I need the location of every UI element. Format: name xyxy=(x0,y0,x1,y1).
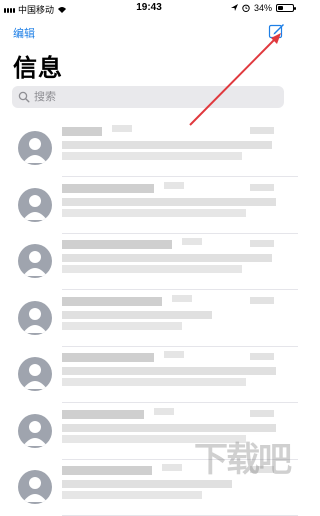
pixelated-text xyxy=(62,480,232,488)
pixelated-text xyxy=(62,296,162,306)
pixelated-text xyxy=(62,321,182,330)
pixelated-text xyxy=(62,265,242,273)
conversation-item[interactable] xyxy=(0,178,298,234)
edit-button[interactable]: 编辑 xyxy=(13,25,35,41)
conversation-item[interactable] xyxy=(0,121,298,177)
battery-icon xyxy=(276,4,296,12)
compose-icon[interactable] xyxy=(268,22,285,39)
battery-percent: 34% xyxy=(253,3,272,13)
pixelated-text xyxy=(62,141,272,149)
conversation-item[interactable] xyxy=(0,347,298,403)
pixelated-text xyxy=(62,254,272,262)
pixelated-text xyxy=(62,310,212,319)
nav-bar: 编辑 信息 xyxy=(0,16,298,86)
conversation-item[interactable] xyxy=(0,234,298,290)
pixelated-text xyxy=(62,353,154,362)
pixelated-text xyxy=(62,378,246,386)
watermark: 下载吧 xyxy=(194,441,292,479)
pixelated-text xyxy=(182,238,202,245)
person-icon xyxy=(18,413,52,448)
pixelated-text xyxy=(62,423,276,432)
pixelated-text xyxy=(250,296,274,304)
pixelated-text xyxy=(164,181,184,189)
pixelated-text xyxy=(164,351,184,358)
person-icon xyxy=(18,357,52,391)
pixelated-text xyxy=(62,367,276,375)
pixelated-text xyxy=(250,353,274,360)
pixelated-text xyxy=(112,125,132,132)
pixelated-text xyxy=(62,127,102,136)
pixelated-text xyxy=(154,407,174,415)
battery-fill xyxy=(278,6,283,10)
pixelated-text xyxy=(250,183,274,191)
pixelated-text xyxy=(62,183,154,193)
search-icon xyxy=(18,91,30,103)
person-icon xyxy=(18,470,52,504)
status-bar: 中国移动 19:43 34% xyxy=(0,0,298,16)
pixelated-text xyxy=(62,409,144,419)
search-input[interactable] xyxy=(34,91,254,103)
person-icon xyxy=(18,300,52,335)
pixelated-text xyxy=(172,294,192,302)
pixelated-text xyxy=(62,491,202,499)
person-icon xyxy=(18,244,52,278)
alarm-icon xyxy=(242,4,250,12)
pixelated-text xyxy=(62,197,276,206)
conversation-item[interactable] xyxy=(0,291,298,347)
pixelated-text xyxy=(162,464,182,471)
pixelated-text xyxy=(62,152,242,160)
pixelated-text xyxy=(250,127,274,134)
pixelated-text xyxy=(250,409,274,417)
person-icon xyxy=(18,131,52,165)
pixelated-text xyxy=(62,240,172,249)
pixelated-text xyxy=(62,466,152,475)
status-right: 34% xyxy=(230,3,296,13)
pixelated-text xyxy=(250,240,274,247)
pixelated-text xyxy=(62,208,246,217)
search-bar[interactable] xyxy=(12,86,284,108)
location-icon xyxy=(230,4,238,11)
page-title: 信息 xyxy=(13,55,63,82)
person-icon xyxy=(18,187,52,222)
